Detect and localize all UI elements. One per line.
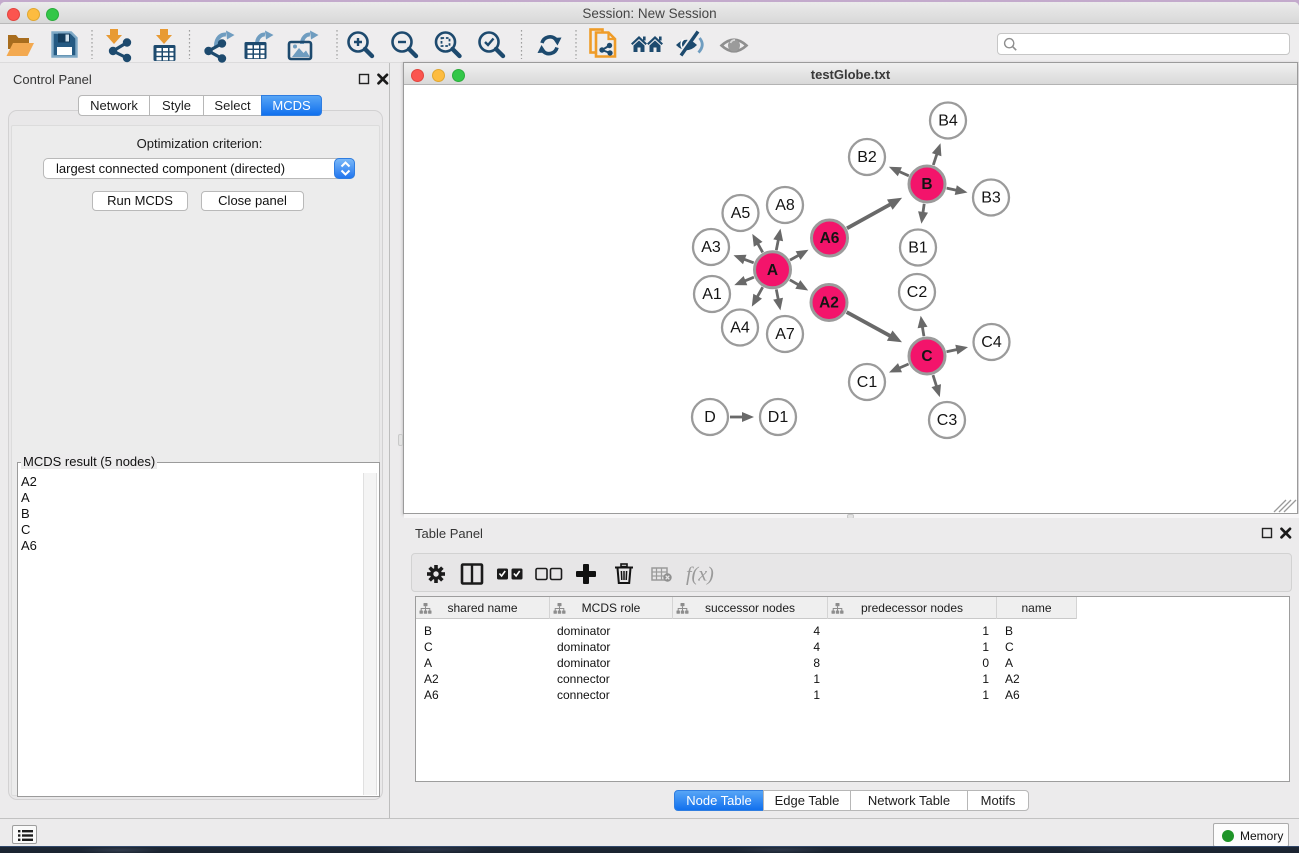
svg-text:A7: A7	[775, 326, 795, 343]
svg-text:B4: B4	[938, 113, 958, 130]
svg-text:C: C	[921, 348, 932, 365]
svg-text:D: D	[704, 409, 716, 426]
svg-text:B3: B3	[981, 190, 1001, 207]
svg-text:B2: B2	[857, 149, 877, 166]
svg-text:A3: A3	[701, 239, 721, 256]
svg-text:A2: A2	[819, 295, 839, 312]
svg-text:C2: C2	[907, 284, 928, 301]
svg-text:A1: A1	[702, 286, 722, 303]
svg-text:C3: C3	[937, 412, 958, 429]
svg-text:A5: A5	[731, 205, 751, 222]
svg-text:A8: A8	[775, 197, 795, 214]
svg-text:B1: B1	[908, 240, 928, 257]
svg-text:B: B	[921, 176, 932, 193]
svg-text:C4: C4	[981, 334, 1002, 351]
svg-text:f(x): f(x)	[686, 564, 714, 586]
svg-text:D1: D1	[768, 409, 789, 426]
svg-text:A6: A6	[820, 230, 840, 247]
svg-text:C1: C1	[857, 374, 878, 391]
svg-text:A4: A4	[730, 320, 750, 337]
svg-text:A: A	[767, 262, 778, 279]
